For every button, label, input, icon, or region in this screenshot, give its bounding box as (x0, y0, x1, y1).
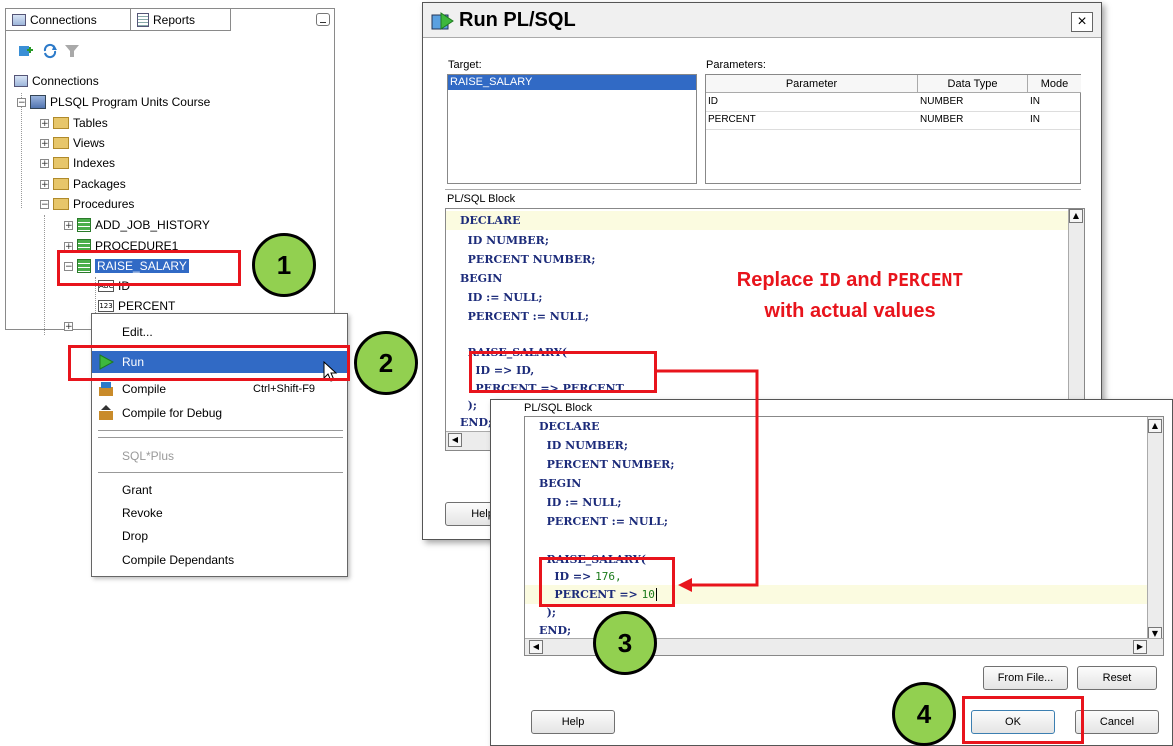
note-line-2: with actual values (764, 300, 936, 322)
step-1-badge: 1 (252, 233, 316, 297)
note-percent-code: PERCENT (887, 270, 964, 291)
note-id-code: ID (819, 270, 841, 291)
step-4-badge: 4 (892, 682, 956, 746)
step-3-badge: 3 (593, 611, 657, 675)
connector-arrow (657, 369, 759, 592)
step-2-badge: 2 (354, 331, 418, 395)
note-text: and (840, 269, 888, 291)
instruction-note: Replace ID and PERCENT with actual value… (620, 265, 1080, 326)
note-text: Replace (736, 269, 820, 291)
